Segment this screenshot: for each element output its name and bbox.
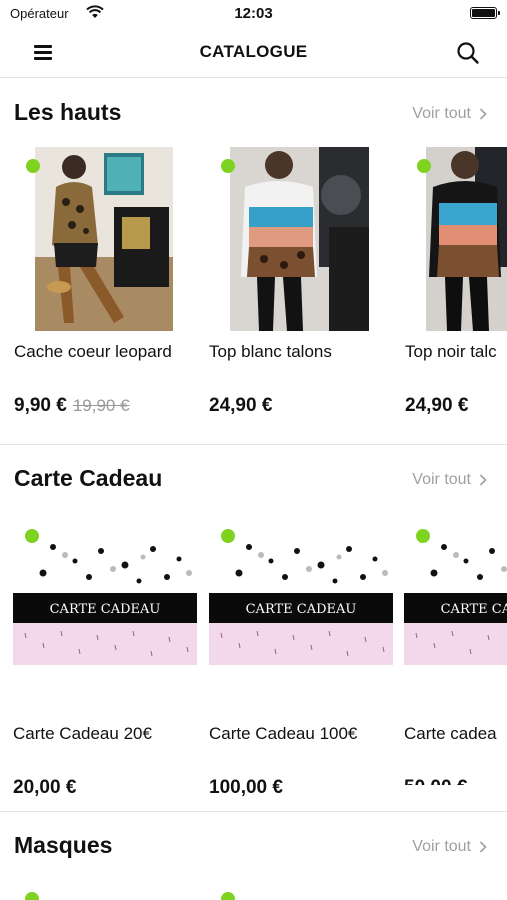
product-image [230, 147, 369, 331]
section-carte-cadeau: Carte Cadeau Voir tout CARTE CADEAU Cart… [0, 445, 507, 812]
product-image [426, 147, 507, 331]
search-icon[interactable] [455, 40, 481, 66]
product-card[interactable]: Cache coeur leopard 9,90 € 19,90 € [14, 147, 198, 427]
current-price: 50,00 € [404, 777, 467, 785]
product-card[interactable]: CARTE CADEAU Carte Cadeau 20€ 20,00 € [13, 525, 197, 798]
see-all-label: Voir tout [412, 471, 471, 488]
product-name: Cache coeur leopard [14, 342, 172, 361]
see-all-link[interactable]: Voir tout [412, 471, 487, 489]
page-title: CATALOGUE [199, 42, 308, 61]
product-card[interactable]: CARTE CADEAU Carte Cadeau 100€ 100,00 € [209, 525, 393, 798]
product-price: 20,00 € [13, 777, 76, 799]
availability-dot [25, 529, 39, 543]
availability-dot [417, 159, 431, 173]
product-card[interactable]: CARTE CADEAU Carte cadea 50,00 € [404, 525, 507, 785]
chevron-right-icon [479, 474, 487, 486]
product-card[interactable]: Top noir talc 24,90 € [405, 147, 507, 427]
availability-dot [221, 159, 235, 173]
old-price: 19,90 € [72, 396, 130, 415]
gift-card-text: CARTE CADEAU [441, 602, 507, 617]
see-all-label: Voir tout [412, 838, 471, 855]
section-title: Masques [14, 832, 113, 858]
gift-card-image: CARTE CADEAU [13, 525, 197, 665]
availability-dot [26, 159, 40, 173]
battery-icon [470, 7, 500, 19]
availability-dot [221, 892, 235, 900]
navigation-bar: CATALOGUE [0, 28, 507, 78]
section-masques: Masques Voir tout [0, 812, 507, 900]
gift-card-text: CARTE CADEAU [50, 602, 161, 617]
product-name: Top blanc talons [209, 342, 332, 361]
product-price: 24,90 € [209, 395, 272, 417]
chevron-right-icon [479, 841, 487, 853]
product-price: 9,90 € 19,90 € [14, 395, 130, 417]
product-name: Carte cadea [404, 724, 497, 743]
status-time: 12:03 [234, 5, 273, 22]
product-name: Carte Cadeau 20€ [13, 724, 152, 743]
product-name: Carte Cadeau 100€ [209, 724, 358, 743]
gift-card-text: CARTE CADEAU [246, 602, 357, 617]
product-price: 24,90 € [405, 395, 468, 417]
section-title: Les hauts [14, 99, 122, 125]
status-bar: Opérateur 12:03 [0, 0, 507, 28]
see-all-label: Voir tout [412, 105, 471, 122]
see-all-link[interactable]: Voir tout [412, 105, 487, 123]
section-title: Carte Cadeau [14, 465, 163, 491]
gift-card-image: CARTE CADEAU [209, 525, 393, 665]
current-price: 9,90 € [14, 395, 67, 416]
availability-dot [221, 529, 235, 543]
product-card[interactable]: Top blanc talons 24,90 € [209, 147, 393, 427]
availability-dot [25, 892, 39, 900]
catalogue-content: Les hauts Voir tout Cache coeur leopard … [0, 79, 507, 900]
gift-card-image: CARTE CADEAU [404, 525, 507, 665]
availability-dot [416, 529, 430, 543]
product-name: Top noir talc [405, 342, 497, 361]
section-les-hauts: Les hauts Voir tout Cache coeur leopard … [0, 79, 507, 445]
current-price: 20,00 € [13, 777, 77, 798]
chevron-right-icon [479, 108, 487, 120]
current-price: 24,90 € [209, 395, 273, 416]
product-image [35, 147, 173, 331]
current-price: 24,90 € [405, 395, 469, 416]
product-price: 50,00 € [404, 777, 467, 785]
see-all-link[interactable]: Voir tout [412, 838, 487, 856]
product-price: 100,00 € [209, 777, 283, 799]
hamburger-menu-icon[interactable] [34, 44, 54, 60]
current-price: 100,00 € [209, 777, 283, 798]
